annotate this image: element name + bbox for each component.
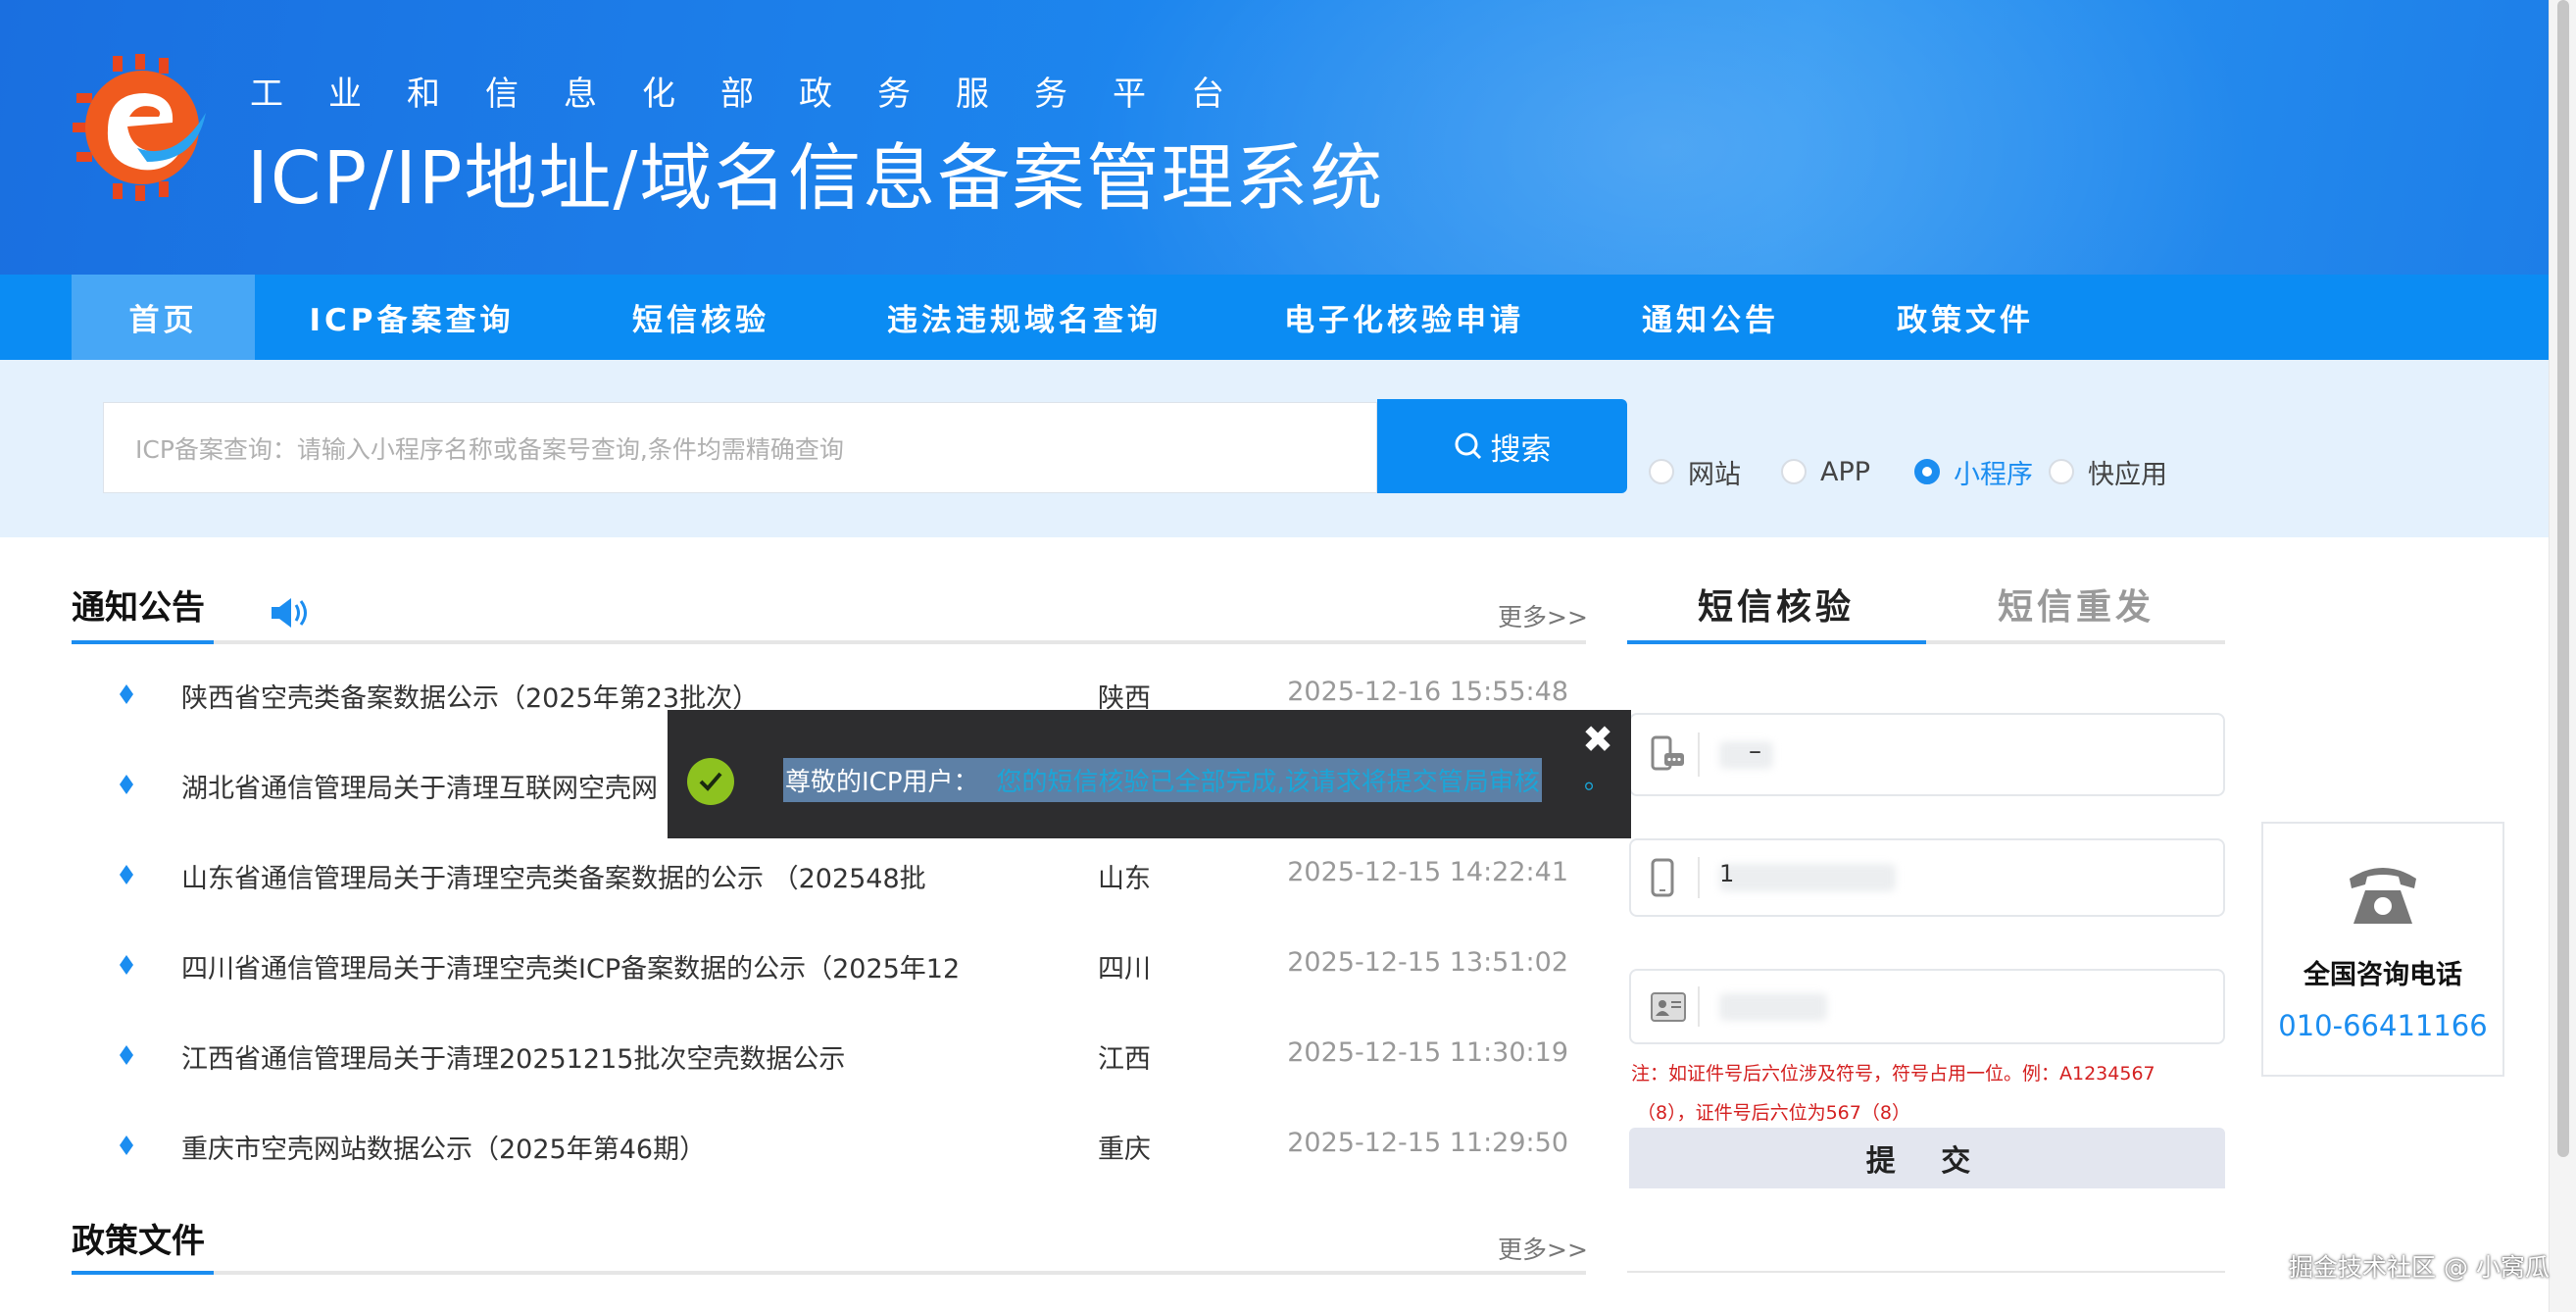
notice-date: 2025-12-15 14:22:41 xyxy=(1287,857,1568,887)
system-title: ICP/IP地址/域名信息备案管理系统 xyxy=(247,120,1384,225)
divider xyxy=(1627,1271,2225,1273)
search-button-label: 搜索 xyxy=(1491,425,1552,469)
notice-title[interactable]: 湖北省通信管理局关于清理互联网空壳网 xyxy=(181,767,658,805)
radio-label: 网站 xyxy=(1688,453,1741,491)
radio-label: 小程序 xyxy=(1954,453,2033,491)
id-number-field[interactable] xyxy=(1629,969,2225,1044)
radio-label: 快应用 xyxy=(2088,453,2167,491)
search-input[interactable]: ICP备案查询：请输入小程序名称或备案号查询,条件均需精确查询 xyxy=(103,402,1377,493)
id-note-line2: （8），证件号后六位为567（8） xyxy=(1637,1098,1910,1125)
bullet-icon xyxy=(120,1045,133,1065)
nav-sms-verify[interactable]: 短信核验 xyxy=(569,275,833,360)
toast-message: 尊敬的ICP用户： 您的短信核验已全部完成,该请求将提交管局审核 xyxy=(783,758,1542,802)
bullet-icon xyxy=(120,865,133,884)
bullet-icon xyxy=(120,684,133,704)
field-value: 1 xyxy=(1719,860,1734,887)
toast-greeting: 尊敬的ICP用户： xyxy=(785,762,979,798)
notice-province: 四川 xyxy=(1098,947,1151,985)
watermark: 掘金技术社区 @ 小窝瓜 xyxy=(2289,1248,2550,1284)
tab-sms-resend[interactable]: 短信重发 xyxy=(1998,579,2155,630)
notice-row[interactable]: 山东省通信管理局关于清理空壳类备案数据的公示 （202548批 山东 2025-12… xyxy=(108,857,1568,896)
main-nav: 首页 ICP备案查询 短信核验 违法违规域名查询 电子化核验申请 通知公告 政策… xyxy=(0,275,2549,360)
toast-text: 您的短信核验已全部完成,该请求将提交管局审核 xyxy=(997,762,1540,798)
nav-notices[interactable]: 通知公告 xyxy=(1593,275,1828,360)
notice-title[interactable]: 四川省通信管理局关于清理空壳类ICP备案数据的公示（2025年12 xyxy=(181,947,960,985)
hotline-label: 全国咨询电话 xyxy=(2263,953,2502,991)
radio-label: APP xyxy=(1820,457,1870,487)
toast-text-end: 。 xyxy=(1584,760,1610,796)
notices-more-link[interactable]: 更多>> xyxy=(1498,598,1588,633)
notice-date: 2025-12-15 11:29:50 xyxy=(1287,1128,1568,1158)
radio-mini-program[interactable]: 小程序 xyxy=(1914,454,2033,489)
field-value: – xyxy=(1749,736,1761,766)
radio-app[interactable]: APP xyxy=(1781,454,1870,489)
search-button[interactable]: 搜索 xyxy=(1377,399,1627,493)
speaker-icon xyxy=(270,595,309,631)
notices-title: 通知公告 xyxy=(72,580,205,629)
success-toast: 尊敬的ICP用户： 您的短信核验已全部完成,该请求将提交管局审核 。 ✖ xyxy=(668,710,1631,838)
notice-province: 山东 xyxy=(1098,857,1151,895)
nav-home[interactable]: 首页 xyxy=(72,275,255,360)
notice-date: 2025-12-15 11:30:19 xyxy=(1287,1037,1568,1068)
success-check-icon xyxy=(687,758,734,805)
sms-tabs-underline xyxy=(1627,640,2225,644)
nav-icp-query[interactable]: ICP备案查询 xyxy=(255,275,569,360)
notice-title[interactable]: 山东省通信管理局关于清理空壳类备案数据的公示 （202548批 xyxy=(181,857,926,895)
id-card-icon xyxy=(1651,992,1686,1022)
bullet-icon xyxy=(120,955,133,975)
policy-title: 政策文件 xyxy=(72,1214,205,1262)
miit-logo-icon xyxy=(69,54,216,201)
radio-website[interactable]: 网站 xyxy=(1649,454,1741,489)
policy-underline xyxy=(72,1271,1586,1275)
bullet-icon xyxy=(120,775,133,794)
verification-code-field[interactable]: – xyxy=(1629,713,2225,796)
telephone-icon xyxy=(2346,861,2420,928)
notice-title[interactable]: 江西省通信管理局关于清理20251215批次空壳数据公示 xyxy=(181,1037,845,1076)
nav-policy[interactable]: 政策文件 xyxy=(1828,275,2103,360)
radio-quick-app[interactable]: 快应用 xyxy=(2049,454,2167,489)
notice-province: 江西 xyxy=(1098,1037,1151,1076)
page-scrollbar[interactable] xyxy=(2549,0,2576,1312)
notice-province: 重庆 xyxy=(1098,1128,1151,1166)
phone-number-field[interactable]: 1 xyxy=(1629,838,2225,917)
notices-underline xyxy=(72,640,1586,644)
notice-row[interactable]: 四川省通信管理局关于清理空壳类ICP备案数据的公示（2025年12 四川 2025-… xyxy=(108,947,1568,986)
notice-title[interactable]: 重庆市空壳网站数据公示（2025年第46期） xyxy=(181,1128,706,1166)
policy-more-link[interactable]: 更多>> xyxy=(1498,1231,1588,1266)
platform-subtitle: 工业和信息化部政务服务平台 xyxy=(250,67,1269,115)
bullet-icon xyxy=(120,1135,133,1155)
search-icon xyxy=(1454,431,1483,461)
mobile-icon xyxy=(1651,858,1674,897)
notice-row[interactable]: 江西省通信管理局关于清理20251215批次空壳数据公示 江西 2025-12-15… xyxy=(108,1037,1568,1077)
close-icon[interactable]: ✖ xyxy=(1582,718,1613,761)
hotline-card: 全国咨询电话 010-66411166 xyxy=(2261,822,2504,1077)
submit-button[interactable]: 提 交 xyxy=(1629,1128,2225,1188)
tab-sms-verify[interactable]: 短信核验 xyxy=(1698,579,1855,630)
sms-phone-icon xyxy=(1651,735,1686,775)
nav-e-verify-apply[interactable]: 电子化核验申请 xyxy=(1215,275,1593,360)
hotline-number[interactable]: 010-66411166 xyxy=(2263,1009,2502,1042)
notice-row[interactable]: 重庆市空壳网站数据公示（2025年第46期） 重庆 2025-12-15 11:29… xyxy=(108,1128,1568,1167)
id-note-line1: 注：如证件号后六位涉及符号，符号占用一位。例：A1234567 xyxy=(1631,1059,2155,1085)
notice-date: 2025-12-15 13:51:02 xyxy=(1287,947,1568,978)
notice-date: 2025-12-16 15:55:48 xyxy=(1287,677,1568,707)
nav-illegal-domain-query[interactable]: 违法违规域名查询 xyxy=(833,275,1215,360)
